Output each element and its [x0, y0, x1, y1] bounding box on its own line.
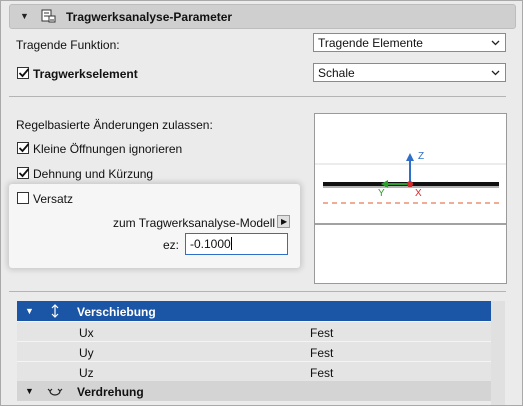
load-bearing-label: Tragende Funktion: [16, 38, 120, 52]
structural-analysis-icon [41, 9, 56, 23]
z-axis-label: Z [418, 151, 425, 162]
model-arrow-button[interactable]: ▶ [277, 215, 290, 228]
divider [9, 291, 506, 292]
load-bearing-value: Tragende Elemente [318, 36, 423, 50]
offset-label: Versatz [33, 192, 74, 206]
play-arrow-icon: ▶ [281, 217, 288, 226]
checkmark-icon [18, 143, 30, 153]
ignore-openings-checkbox[interactable] [17, 142, 30, 154]
row-name: Uy [79, 346, 94, 360]
section-title: Tragwerksanalyse-Parameter [66, 10, 233, 24]
vertical-arrows-icon [51, 304, 59, 318]
structural-element-checkbox[interactable] [17, 67, 30, 79]
collapse-triangle-icon[interactable]: ▼ [20, 11, 29, 21]
model-label: zum Tragwerksanalyse-Modell [113, 216, 276, 230]
load-bearing-select[interactable]: Tragende Elemente [313, 33, 506, 52]
structural-element-label: Tragwerkselement [33, 67, 138, 81]
ignore-openings-label: Kleine Öffnungen ignorieren [33, 142, 183, 156]
row-name: Ux [79, 326, 94, 340]
chevron-down-icon [491, 40, 500, 46]
checkmark-icon [18, 68, 30, 78]
section-header[interactable]: ▼ Tragwerksanalyse-Parameter [9, 4, 516, 29]
chevron-down-icon [491, 70, 500, 76]
table-row[interactable]: Uy Fest [17, 341, 491, 361]
preview-box: Z Y X [314, 113, 507, 284]
x-axis-label: X [415, 188, 422, 199]
row-name: Uz [79, 366, 94, 380]
table-row[interactable]: Ux Fest [17, 321, 491, 341]
preview-graphic [315, 153, 506, 225]
group-name: Verschiebung [77, 305, 156, 319]
row-value: Fest [310, 326, 334, 340]
rotation-icon [47, 388, 63, 396]
table-row[interactable]: Uz Fest [17, 361, 491, 381]
ez-input[interactable]: -0.1000 [185, 233, 288, 255]
offset-checkbox[interactable] [17, 192, 29, 204]
row-value: Fest [310, 346, 334, 360]
collapse-triangle-icon[interactable]: ▼ [25, 386, 34, 396]
row-value: Fest [310, 366, 334, 380]
structural-element-select[interactable]: Schale [313, 63, 506, 82]
structural-analysis-panel: ▼ Tragwerksanalyse-Parameter Tragende Fu… [0, 0, 523, 406]
ez-label: ez: [163, 238, 180, 252]
text-cursor [230, 237, 232, 250]
checkmark-icon [18, 168, 30, 178]
structural-element-value: Schale [318, 66, 355, 80]
group-row-translation[interactable]: ▼ Verschiebung [17, 301, 491, 321]
table-scrollbar[interactable] [491, 301, 505, 405]
collapse-triangle-icon[interactable]: ▼ [25, 306, 34, 316]
ez-value: -0.1000 [190, 237, 231, 251]
divider [9, 96, 506, 97]
extend-shorten-label: Dehnung und Kürzung [33, 167, 154, 181]
support-table: ▼ Verschiebung Ux Fest Uy Fest Uz Fest ▼ [17, 301, 491, 401]
group-row-rotation[interactable]: ▼ Verdrehung [17, 381, 491, 401]
rule-based-label: Regelbasierte Änderungen zulassen: [16, 118, 213, 132]
extend-shorten-checkbox[interactable] [17, 167, 30, 179]
group-name: Verdrehung [77, 385, 144, 399]
y-axis-label: Y [378, 188, 385, 199]
